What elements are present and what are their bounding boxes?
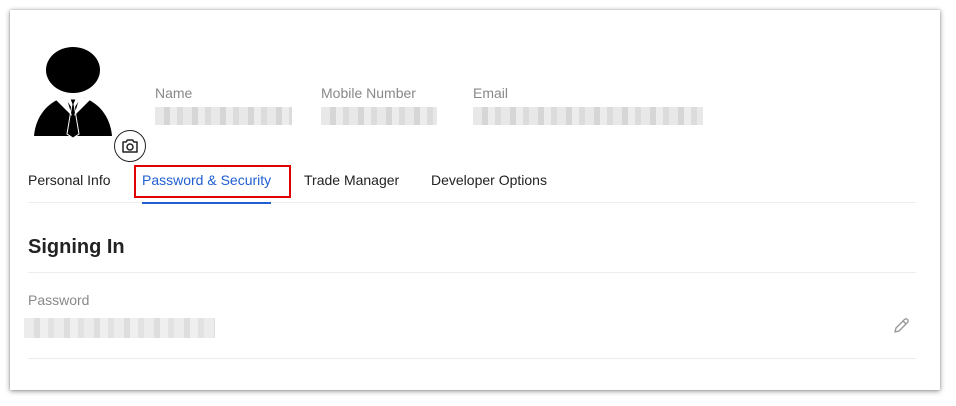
account-tabs: Personal Info Password & Security Trade … [28,163,916,204]
tab-password-security[interactable]: Password & Security [142,163,272,204]
mobile-number-label: Mobile Number [321,85,416,101]
tab-password-security-label: Password & Security [142,172,272,188]
section-divider [28,272,916,273]
change-photo-button[interactable] [114,130,146,162]
businessman-avatar-icon [34,47,112,139]
avatar [32,44,146,162]
email-label: Email [473,85,509,101]
email-field: Email [473,85,703,125]
password-label: Password [28,292,90,308]
tab-trade-manager[interactable]: Trade Manager [304,163,399,203]
camera-icon [122,139,138,153]
mobile-number-field: Mobile Number [321,85,437,125]
pencil-icon [894,318,909,333]
email-value [473,107,703,125]
edit-password-button[interactable] [890,315,912,337]
section-title: Signing In [28,236,125,258]
name-value [155,107,292,125]
tab-developer-options[interactable]: Developer Options [431,163,547,203]
password-value [24,318,215,338]
name-field: Name [155,85,292,125]
tab-personal-info[interactable]: Personal Info [28,163,111,203]
row-divider [28,358,916,359]
profile-card: Name Mobile Number Email Personal Info P… [10,10,940,390]
name-label: Name [155,85,193,101]
mobile-number-value [321,107,437,125]
active-tab-indicator [142,202,272,204]
